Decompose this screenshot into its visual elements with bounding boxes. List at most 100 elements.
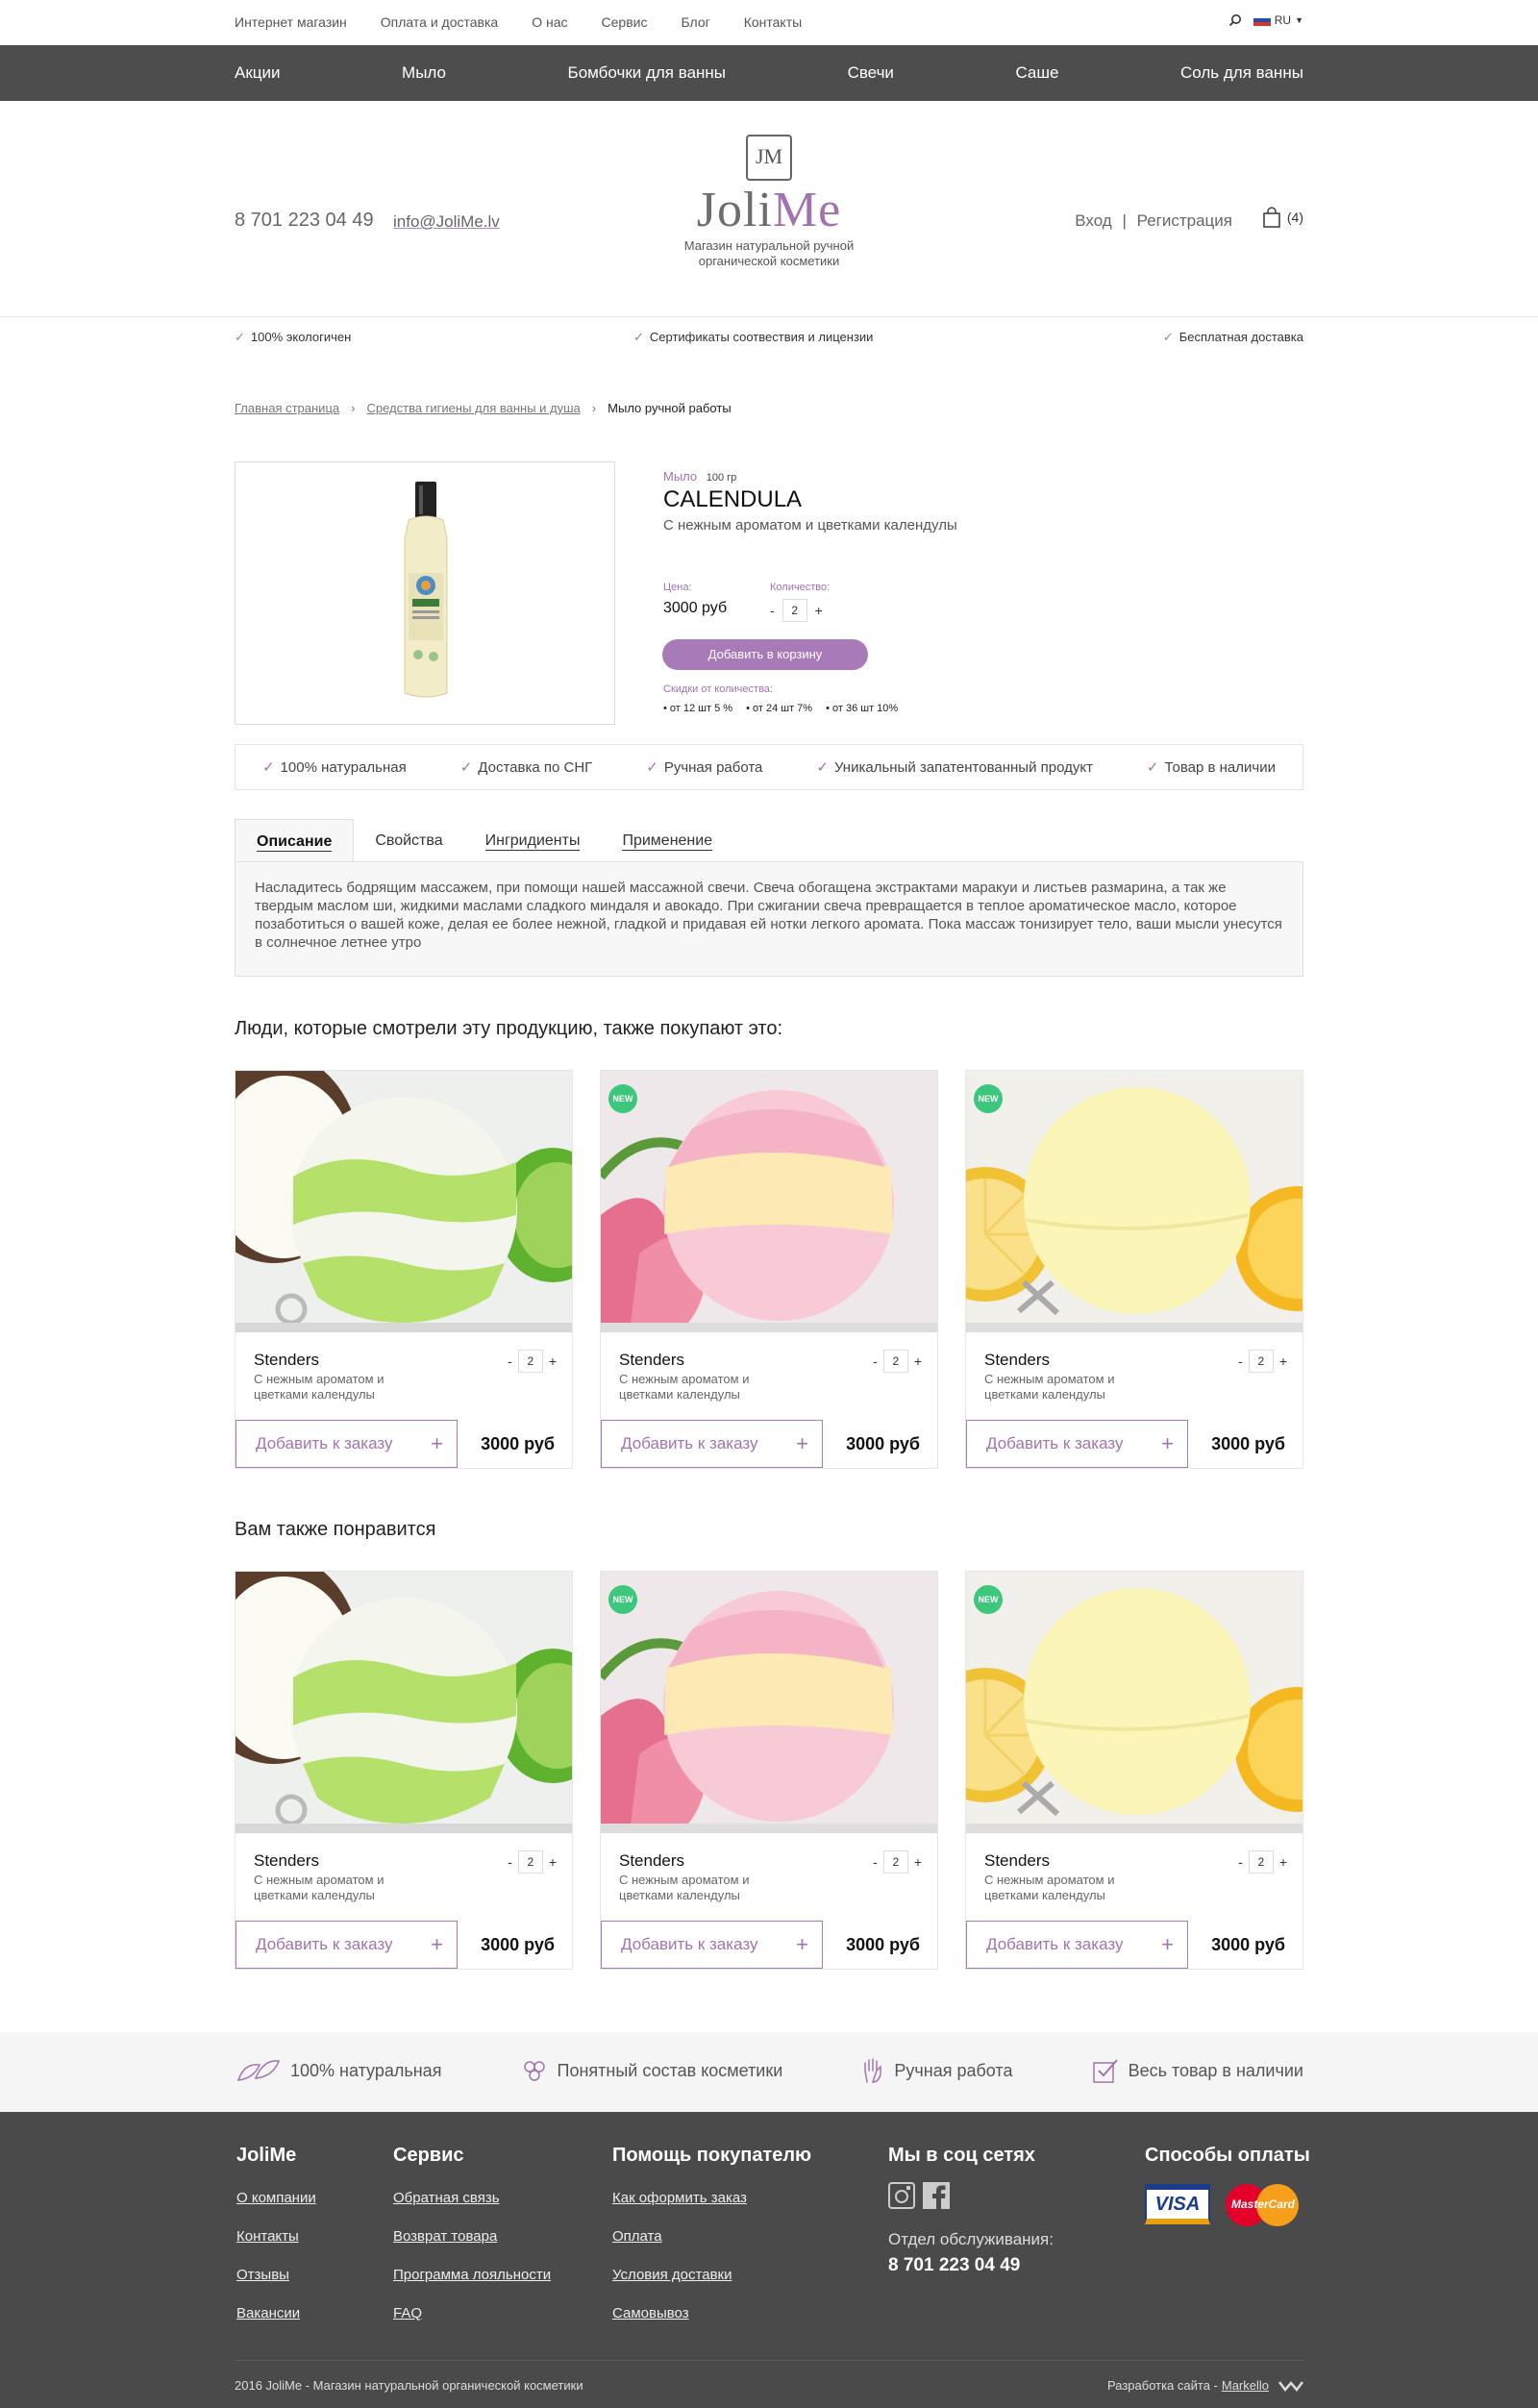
- quantity-increase-button[interactable]: +: [914, 1854, 922, 1870]
- instagram-icon[interactable]: [888, 2182, 915, 2209]
- new-badge: NEW: [608, 1084, 637, 1113]
- top-link-contacts[interactable]: Контакты: [744, 14, 802, 30]
- feature-eco: ✓ 100% экологичен: [235, 330, 351, 345]
- tab-properties[interactable]: Свойства: [354, 819, 463, 862]
- quantity-decrease-button[interactable]: -: [873, 1353, 878, 1369]
- quantity-decrease-button[interactable]: -: [1238, 1353, 1243, 1369]
- plus-icon: +: [431, 1932, 443, 1956]
- product-card-title[interactable]: Stenders: [984, 1851, 1050, 1871]
- product-card[interactable]: Stenders - 2 + С нежным ароматом и цветк…: [235, 1571, 573, 1970]
- tab-usage[interactable]: Применение: [601, 819, 733, 862]
- tab-ingredients[interactable]: Ингридиенты: [464, 819, 602, 862]
- developer-link[interactable]: Markello: [1222, 2378, 1269, 2393]
- product-card-image[interactable]: [601, 1071, 937, 1332]
- add-to-order-button[interactable]: Добавить к заказу +: [236, 1921, 458, 1969]
- nav-item-candles[interactable]: Свечи: [848, 63, 894, 83]
- footer-link-returns[interactable]: Возврат товара: [393, 2228, 551, 2249]
- product-card[interactable]: Stenders - 2 + С нежным ароматом и цветк…: [235, 1070, 573, 1469]
- nav-item-sachets[interactable]: Саше: [1015, 63, 1058, 83]
- footer-link-about[interactable]: О компании: [236, 2190, 316, 2211]
- footer-link-faq[interactable]: FAQ: [393, 2305, 551, 2326]
- footer-link-vacancies[interactable]: Вакансии: [236, 2305, 316, 2326]
- product-badges: ✓ 100% натуральная ✓ Доставка по СНГ ✓ Ручн…: [235, 744, 1303, 790]
- quantity-input[interactable]: 2: [517, 1850, 543, 1874]
- breadcrumb-home[interactable]: Главная страница: [235, 401, 339, 415]
- product-card[interactable]: NEW Stenders - 2 + С нежным ароматом и ц…: [965, 1571, 1303, 1970]
- quantity-decrease-button[interactable]: -: [873, 1854, 878, 1870]
- product-card[interactable]: NEW Stenders - 2 + С нежным ароматом и ц…: [965, 1070, 1303, 1469]
- quantity-increase-button[interactable]: +: [549, 1353, 557, 1369]
- plus-icon: +: [431, 1431, 443, 1455]
- nav-item-soap[interactable]: Мыло: [402, 63, 446, 83]
- top-link-about[interactable]: О нас: [532, 14, 567, 30]
- nav-item-bath-bombs[interactable]: Бомбочки для ванны: [568, 63, 727, 83]
- footer-link-loyalty[interactable]: Программа лояльности: [393, 2267, 551, 2288]
- quantity-decrease-button[interactable]: -: [508, 1854, 512, 1870]
- footer-link-how-to-order[interactable]: Как оформить заказ: [612, 2190, 811, 2211]
- language-selector[interactable]: RU ▼: [1253, 13, 1303, 27]
- nav-item-sales[interactable]: Акции: [235, 63, 281, 83]
- top-link-blog[interactable]: Блог: [681, 14, 709, 30]
- product-card-image[interactable]: [966, 1572, 1302, 1833]
- cart-count: (4): [1286, 210, 1303, 225]
- login-link[interactable]: Вход: [1075, 211, 1111, 230]
- quantity-input[interactable]: 2: [1248, 1350, 1274, 1373]
- product-card-title[interactable]: Stenders: [619, 1351, 684, 1370]
- add-to-order-button[interactable]: Добавить к заказу +: [966, 1420, 1188, 1468]
- product-card-title[interactable]: Stenders: [254, 1351, 319, 1370]
- quantity-decrease-button[interactable]: -: [508, 1353, 512, 1369]
- register-link[interactable]: Регистрация: [1137, 211, 1232, 230]
- search-icon[interactable]: [1228, 13, 1242, 27]
- header-email[interactable]: info@JoliMe.lv: [393, 212, 500, 232]
- add-to-order-button[interactable]: Добавить к заказу +: [236, 1420, 458, 1468]
- add-to-cart-button[interactable]: Добавить в корзину: [662, 639, 868, 670]
- quantity-decrease-button[interactable]: -: [770, 603, 775, 618]
- product-card-image[interactable]: [236, 1071, 572, 1332]
- footer-link-feedback[interactable]: Обратная связь: [393, 2190, 551, 2211]
- product-card-image[interactable]: [236, 1572, 572, 1833]
- quantity-input[interactable]: 2: [882, 1850, 908, 1874]
- quantity-increase-button[interactable]: +: [1279, 1854, 1287, 1870]
- add-to-order-button[interactable]: Добавить к заказу +: [601, 1921, 823, 1969]
- quantity-input[interactable]: 2: [882, 1350, 908, 1373]
- product-card-image[interactable]: [966, 1071, 1302, 1332]
- service-phone[interactable]: 8 701 223 04 49: [888, 2255, 1054, 2276]
- plus-icon: +: [796, 1431, 808, 1455]
- product-card-title[interactable]: Stenders: [984, 1351, 1050, 1370]
- add-to-order-button[interactable]: Добавить к заказу +: [966, 1921, 1188, 1969]
- auth-divider: |: [1122, 211, 1127, 230]
- product-image[interactable]: [235, 461, 615, 725]
- cart-button[interactable]: (4): [1262, 207, 1303, 228]
- quantity-input[interactable]: 2: [1248, 1850, 1274, 1874]
- auth-links: Вход | Регистрация: [1075, 211, 1232, 231]
- quantity-increase-button[interactable]: +: [1279, 1353, 1287, 1369]
- footer-link-pickup[interactable]: Самовывоз: [612, 2305, 811, 2326]
- product-category[interactable]: Мыло: [663, 469, 697, 484]
- top-link-delivery[interactable]: Оплата и доставка: [381, 14, 498, 30]
- site-logo[interactable]: JM JoliMe Магазин натуральной ручной орг…: [663, 135, 875, 269]
- header-phone[interactable]: 8 701 223 04 49: [235, 210, 374, 232]
- facebook-icon[interactable]: [923, 2182, 950, 2209]
- quantity-input[interactable]: 2: [517, 1350, 543, 1373]
- top-link-service[interactable]: Сервис: [602, 14, 648, 30]
- top-link-shop[interactable]: Интернет магазин: [235, 14, 347, 30]
- footer-link-delivery-terms[interactable]: Условия доставки: [612, 2267, 811, 2288]
- check-icon: ✓: [646, 759, 658, 776]
- product-card-title[interactable]: Stenders: [254, 1851, 319, 1871]
- product-card-image[interactable]: [601, 1572, 937, 1833]
- tab-description[interactable]: Описание: [235, 819, 355, 862]
- quantity-decrease-button[interactable]: -: [1238, 1854, 1243, 1870]
- nav-item-bath-salt[interactable]: Соль для ванны: [1180, 63, 1303, 83]
- add-to-order-button[interactable]: Добавить к заказу +: [601, 1420, 823, 1468]
- footer-link-reviews[interactable]: Отзывы: [236, 2267, 316, 2288]
- product-card[interactable]: NEW Stenders - 2 + С нежным ароматом и ц…: [600, 1571, 938, 1970]
- footer-link-payment[interactable]: Оплата: [612, 2228, 811, 2249]
- quantity-increase-button[interactable]: +: [549, 1854, 557, 1870]
- quantity-increase-button[interactable]: +: [815, 603, 823, 618]
- quantity-increase-button[interactable]: +: [914, 1353, 922, 1369]
- product-card-title[interactable]: Stenders: [619, 1851, 684, 1871]
- quantity-input[interactable]: 2: [781, 599, 807, 622]
- breadcrumb-category[interactable]: Средства гигиены для ванны и душа: [366, 401, 580, 415]
- product-card[interactable]: NEW Stenders - 2 + С нежным ароматом и ц…: [600, 1070, 938, 1469]
- footer-link-contacts[interactable]: Контакты: [236, 2228, 316, 2249]
